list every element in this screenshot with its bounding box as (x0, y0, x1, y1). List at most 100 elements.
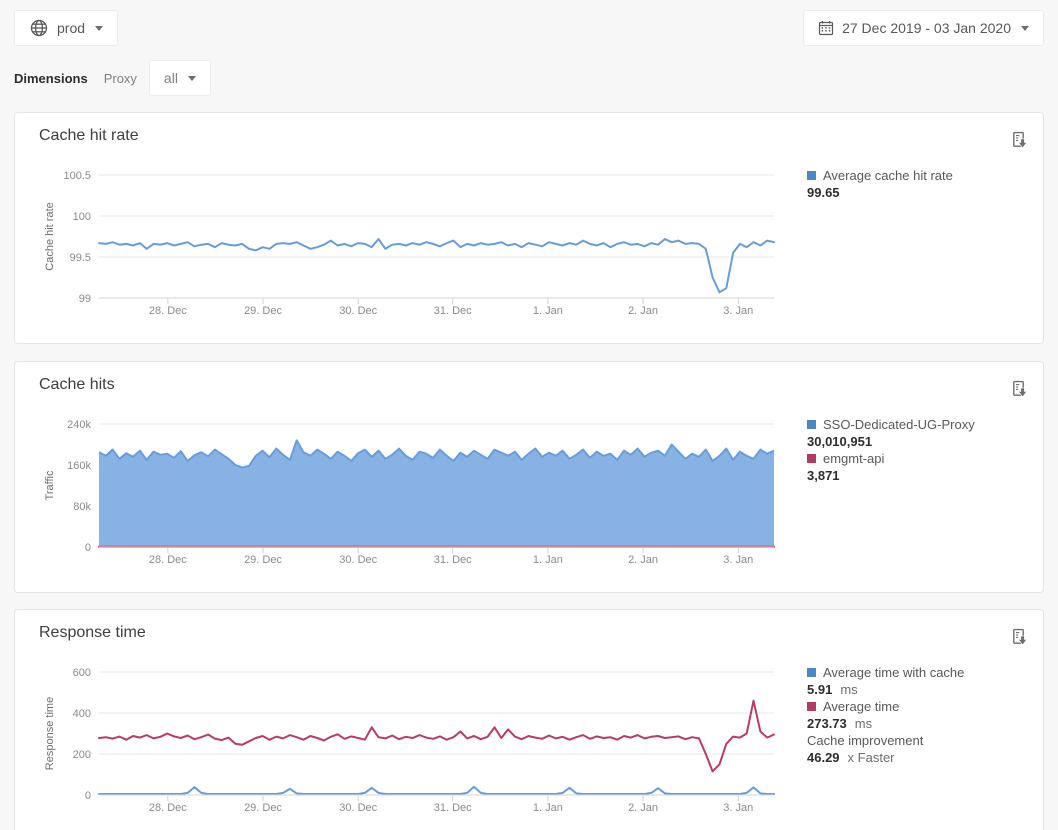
series-line (99, 787, 774, 794)
chevron-down-icon (1021, 26, 1029, 31)
panel-head: Cache hit rate (39, 127, 1019, 155)
dimensions-title: Dimensions (14, 71, 88, 86)
x-tick-label: 3. Jan (723, 554, 753, 566)
legend-label: Average time (823, 698, 899, 715)
legend-swatch (807, 420, 816, 429)
globe-icon (29, 18, 49, 38)
x-tick-label: 29. Dec (244, 802, 282, 814)
x-tick-label: 28. Dec (149, 305, 187, 317)
x-tick-label: 31. Dec (434, 802, 472, 814)
dimensions-bar: Dimensions Proxy all (14, 60, 211, 96)
legend-entry[interactable]: emgmt-api (807, 450, 1019, 467)
series-line (99, 239, 774, 292)
legend-value: 5.91 (807, 682, 832, 697)
x-tick-label: 2. Jan (628, 802, 658, 814)
y-tick-label: 0 (85, 790, 91, 802)
legend-label: SSO-Dedicated-UG-Proxy (823, 416, 975, 433)
chart-panel-0: Cache hit rate100.510099.599Cache hit ra… (14, 112, 1044, 344)
y-tick-label: 100.5 (63, 170, 91, 182)
y-tick-label: 200 (73, 749, 91, 761)
legend-entry[interactable]: Average cache hit rate (807, 167, 1019, 184)
chart-row: 100.510099.599Cache hit rate28. Dec29. D… (39, 161, 1019, 325)
legend-entry[interactable]: SSO-Dedicated-UG-Proxy (807, 416, 1019, 433)
legend-value-row: 30,010,951 (807, 433, 1019, 450)
legend-swatch (807, 171, 816, 180)
export-report-icon[interactable] (1010, 628, 1029, 652)
legend-swatch (807, 668, 816, 677)
chart-legend: SSO-Dedicated-UG-Proxy30,010,951emgmt-ap… (807, 410, 1019, 574)
x-tick-label: 3. Jan (723, 802, 753, 814)
legend-entry[interactable]: Average time (807, 698, 1019, 715)
x-tick-label: 31. Dec (434, 554, 472, 566)
chart-plot-area[interactable]: 240k160k80k0Traffic28. Dec29. Dec30. Dec… (39, 410, 789, 574)
x-tick-label: 1. Jan (533, 554, 563, 566)
series-area (99, 440, 774, 547)
chart-title: Cache hits (39, 376, 1019, 394)
legend-unit: ms (855, 716, 872, 731)
x-tick-label: 2. Jan (628, 554, 658, 566)
x-tick-label: 30. Dec (339, 554, 377, 566)
legend-value-row: 46.29 x Faster (807, 749, 1019, 766)
x-tick-label: 2. Jan (628, 305, 658, 317)
y-tick-label: 400 (73, 708, 91, 720)
legend-label: Average cache hit rate (823, 167, 953, 184)
x-tick-label: 28. Dec (149, 802, 187, 814)
legend-value: 273.73 (807, 716, 847, 731)
calendar-icon (818, 20, 834, 36)
y-tick-label: 160k (67, 460, 91, 472)
x-tick-label: 29. Dec (244, 305, 282, 317)
legend-label: emgmt-api (823, 450, 884, 467)
x-tick-label: 31. Dec (434, 305, 472, 317)
legend-label: Average time with cache (823, 664, 964, 681)
date-range-label: 27 Dec 2019 - 03 Jan 2020 (842, 20, 1011, 36)
series-line (99, 701, 774, 772)
legend-value: 99.65 (807, 185, 840, 200)
chart-plot-area[interactable]: 6004002000Response time28. Dec29. Dec30.… (39, 658, 789, 822)
x-tick-label: 28. Dec (149, 554, 187, 566)
chevron-down-icon (188, 76, 196, 81)
environment-selector[interactable]: prod (14, 10, 118, 46)
x-tick-label: 1. Jan (533, 305, 563, 317)
legend-unit: x Faster (848, 750, 895, 765)
export-report-icon[interactable] (1010, 131, 1029, 155)
panel-head: Response time (39, 624, 1019, 652)
legend-value-row: 273.73 ms (807, 715, 1019, 732)
chart-row: 240k160k80k0Traffic28. Dec29. Dec30. Dec… (39, 410, 1019, 574)
legend-label: Cache improvement (807, 732, 923, 749)
chart-title: Response time (39, 624, 1019, 642)
chevron-down-icon (95, 26, 103, 31)
chart-plot-area[interactable]: 100.510099.599Cache hit rate28. Dec29. D… (39, 161, 789, 325)
dimension-value-selector[interactable]: all (149, 60, 211, 96)
legend-value: 3,871 (807, 468, 840, 483)
legend-unit: ms (840, 682, 857, 697)
dimension-name: Proxy (104, 71, 137, 86)
legend-value-row: 3,871 (807, 467, 1019, 484)
chart-legend: Average cache hit rate99.65 (807, 161, 1019, 325)
date-range-selector[interactable]: 27 Dec 2019 - 03 Jan 2020 (803, 10, 1044, 46)
legend-entry[interactable]: Cache improvement (807, 732, 1019, 749)
y-axis-title: Traffic (44, 470, 56, 500)
x-tick-label: 1. Jan (533, 802, 563, 814)
y-tick-label: 99.5 (70, 252, 91, 264)
legend-swatch (807, 454, 816, 463)
environment-label: prod (57, 20, 85, 36)
chart-panel-1: Cache hits240k160k80k0Traffic28. Dec29. … (14, 361, 1044, 593)
y-tick-label: 80k (73, 501, 91, 513)
legend-entry[interactable]: Average time with cache (807, 664, 1019, 681)
legend-value: 30,010,951 (807, 434, 872, 449)
dimension-value-label: all (164, 70, 178, 86)
panel-head: Cache hits (39, 376, 1019, 404)
chart-title: Cache hit rate (39, 127, 1019, 145)
chart-panel-2: Response time6004002000Response time28. … (14, 609, 1044, 830)
x-tick-label: 30. Dec (339, 802, 377, 814)
legend-value-row: 5.91 ms (807, 681, 1019, 698)
y-axis-title: Response time (44, 697, 56, 770)
chart-legend: Average time with cache5.91 msAverage tim… (807, 658, 1019, 822)
y-tick-label: 0 (85, 542, 91, 554)
export-report-icon[interactable] (1010, 380, 1029, 404)
legend-value-row: 99.65 (807, 184, 1019, 201)
legend-swatch (807, 702, 816, 711)
legend-value: 46.29 (807, 750, 840, 765)
y-tick-label: 99 (79, 293, 91, 305)
x-tick-label: 30. Dec (339, 305, 377, 317)
